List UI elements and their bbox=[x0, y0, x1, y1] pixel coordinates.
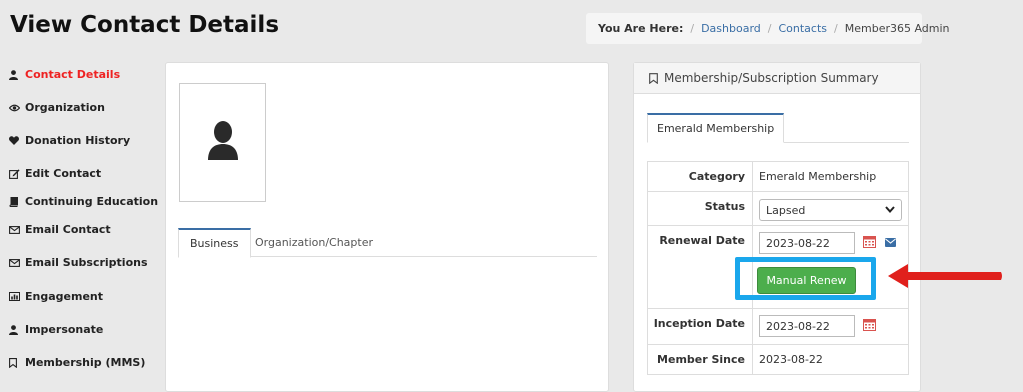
sidebar-item-impersonate[interactable]: Impersonate bbox=[9, 323, 103, 336]
arrow-left-icon bbox=[888, 262, 1003, 295]
avatar-placeholder-icon bbox=[206, 120, 240, 165]
tab-emerald-membership[interactable]: Emerald Membership bbox=[647, 113, 785, 143]
inception-date-label: Inception Date bbox=[647, 308, 753, 345]
edit-icon bbox=[9, 168, 23, 179]
sidebar-item-edit-contact[interactable]: Edit Contact bbox=[9, 167, 101, 180]
sidebar-item-label: Continuing Education bbox=[25, 195, 159, 208]
envelope-icon bbox=[9, 258, 23, 267]
bookmark-icon bbox=[9, 357, 23, 368]
contact-panel: Business Organization/Chapter bbox=[165, 62, 609, 392]
tab-business[interactable]: Business bbox=[178, 228, 251, 258]
membership-panel-header: Membership/Subscription Summary bbox=[634, 63, 920, 94]
book-icon bbox=[9, 196, 23, 207]
sidebar-item-label: Contact Details bbox=[25, 68, 121, 81]
page-title: View Contact Details bbox=[10, 12, 280, 38]
envelope-icon bbox=[9, 225, 23, 234]
calendar-icon[interactable] bbox=[863, 319, 876, 334]
sidebar-item-label: Edit Contact bbox=[25, 167, 102, 180]
sidebar-item-label: Donation History bbox=[25, 134, 131, 147]
membership-panel: Membership/Subscription Summary Emerald … bbox=[633, 62, 921, 392]
renewal-date-input[interactable]: 2023-08-22 bbox=[759, 232, 855, 254]
bookmark-icon bbox=[649, 72, 658, 84]
breadcrumb-prefix: You Are Here: bbox=[598, 22, 684, 35]
chevron-down-icon bbox=[885, 204, 895, 217]
breadcrumb-separator: / bbox=[767, 22, 772, 35]
sidebar-item-label: Membership (MMS) bbox=[25, 356, 146, 369]
breadcrumb: You Are Here: / Dashboard / Contacts / M… bbox=[586, 13, 950, 44]
bar-chart-icon bbox=[9, 292, 23, 301]
status-label: Status bbox=[647, 191, 753, 226]
sidebar-item-label: Engagement bbox=[25, 290, 103, 303]
sidebar-item-donation-history[interactable]: Donation History bbox=[9, 134, 130, 147]
membership-panel-title: Membership/Subscription Summary bbox=[664, 71, 879, 85]
breadcrumb-dashboard[interactable]: Dashboard bbox=[701, 22, 761, 35]
calendar-icon[interactable] bbox=[863, 236, 876, 251]
table-row: Category Emerald Membership bbox=[647, 161, 909, 192]
sidebar-item-engagement[interactable]: Engagement bbox=[9, 290, 103, 303]
sidebar-item-continuing-education[interactable]: Continuing Education bbox=[9, 195, 158, 208]
inception-date-input[interactable]: 2023-08-22 bbox=[759, 315, 855, 337]
status-select-value: Lapsed bbox=[766, 203, 806, 217]
breadcrumb-separator: / bbox=[690, 22, 695, 35]
sidebar-item-email-contact[interactable]: Email Contact bbox=[9, 223, 111, 236]
sidebar-item-contact-details[interactable]: Contact Details bbox=[9, 68, 120, 81]
manual-renew-button[interactable]: Manual Renew bbox=[757, 267, 856, 294]
contact-tabs: Business Organization/Chapter bbox=[178, 228, 597, 258]
table-row: Status Lapsed bbox=[647, 191, 909, 226]
user-icon bbox=[9, 324, 23, 335]
sidebar-item-email-subscriptions[interactable]: Email Subscriptions bbox=[9, 256, 148, 269]
sidebar-item-label: Organization bbox=[25, 101, 105, 114]
membership-tabs: Emerald Membership bbox=[647, 113, 909, 143]
envelope-icon[interactable] bbox=[885, 237, 896, 250]
contact-photo bbox=[179, 83, 266, 202]
inception-date-cell: 2023-08-22 bbox=[752, 308, 909, 345]
sidebar-item-organization[interactable]: Organization bbox=[9, 101, 105, 114]
eye-icon bbox=[9, 104, 23, 112]
breadcrumb-contacts[interactable]: Contacts bbox=[778, 22, 827, 35]
sidebar-item-membership-mms[interactable]: Membership (MMS) bbox=[9, 356, 145, 369]
user-icon bbox=[9, 69, 23, 80]
table-row: Inception Date 2023-08-22 bbox=[647, 308, 909, 345]
sidebar-item-label: Email Contact bbox=[25, 223, 111, 236]
member-since-value: 2023-08-22 bbox=[752, 344, 909, 375]
sidebar-item-label: Impersonate bbox=[25, 323, 104, 336]
breadcrumb-current: Member365 Admin bbox=[844, 22, 950, 35]
breadcrumb-separator: / bbox=[834, 22, 838, 35]
member-since-label: Member Since bbox=[647, 344, 753, 375]
category-value: Emerald Membership bbox=[752, 161, 909, 192]
category-label: Category bbox=[647, 161, 753, 192]
table-row: Member Since 2023-08-22 bbox=[647, 344, 909, 375]
heart-icon bbox=[9, 136, 23, 145]
status-select[interactable]: Lapsed bbox=[759, 199, 902, 221]
sidebar-item-label: Email Subscriptions bbox=[25, 256, 148, 269]
tab-organization-chapter[interactable]: Organization/Chapter bbox=[244, 228, 384, 257]
status-cell: Lapsed bbox=[752, 191, 909, 226]
